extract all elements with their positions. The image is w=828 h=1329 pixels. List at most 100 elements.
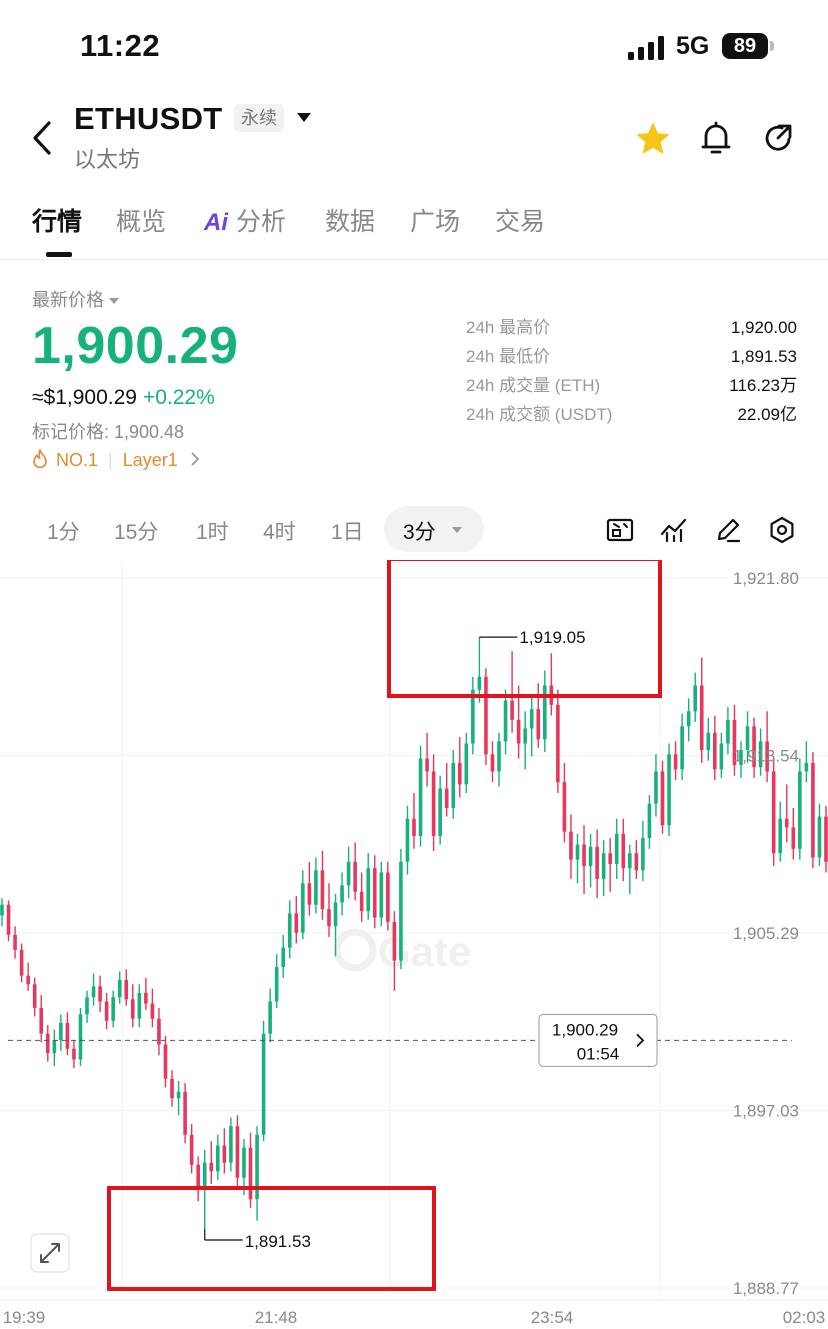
candle-body [660, 771, 665, 826]
candle [104, 992, 109, 1030]
candle [529, 696, 534, 757]
candle [65, 1012, 70, 1056]
candle-body [693, 685, 698, 712]
candle [124, 969, 129, 1006]
candle [673, 741, 678, 781]
sector-label: Layer1 [122, 450, 178, 470]
candle-body [542, 685, 547, 740]
expand-icon[interactable] [30, 1233, 70, 1273]
candle [399, 848, 403, 970]
candle-body [130, 999, 135, 1019]
candle [261, 1020, 266, 1142]
interval-selector[interactable]: 3分 [384, 506, 484, 552]
candle-body [634, 853, 639, 871]
candlestick-chart[interactable]: Gate 1,921.80 1,913.54 1,905.29 1,897.03 1,88… [0, 560, 828, 1329]
bell-icon[interactable] [700, 120, 732, 156]
candle-body [444, 788, 449, 809]
active-tab-indicator [46, 252, 72, 257]
usd-price-line: ≈$1,900.29 +0.22% [32, 386, 215, 410]
interval-1h[interactable]: 1时 [196, 516, 229, 546]
candle-body [680, 726, 684, 770]
tab-overview[interactable]: 概览 [116, 202, 166, 238]
candle-body [72, 1048, 76, 1060]
candle-body [242, 1147, 246, 1178]
candle-body [32, 984, 37, 1008]
candle-body [170, 1078, 174, 1099]
candle-body [372, 868, 377, 918]
chevron-down-icon[interactable] [297, 113, 311, 122]
candle-body [641, 838, 645, 871]
candle-body [124, 979, 129, 1000]
tab-square[interactable]: 广场 [410, 202, 460, 238]
candle-body [425, 758, 429, 772]
back-icon[interactable] [30, 120, 56, 156]
compare-icon[interactable] [660, 516, 688, 544]
candle [569, 814, 573, 879]
candle-body [497, 741, 501, 772]
network-type: 5G [676, 32, 710, 60]
y-tick-label: 1,921.80 [733, 569, 799, 588]
candle [274, 954, 279, 1008]
current-price-tag[interactable]: 1,900.29 01:54 [538, 1013, 658, 1067]
rank-label: NO.1 [56, 450, 99, 470]
symbol-title[interactable]: ETHUSDT [74, 101, 223, 137]
candle [804, 741, 809, 783]
tab-data[interactable]: 数据 [325, 202, 375, 238]
candle-body [804, 762, 809, 772]
candle-body [85, 997, 89, 1015]
interval-15m[interactable]: 15分 [114, 516, 158, 546]
candle [562, 762, 567, 843]
candle-body [654, 771, 658, 804]
candle-body [268, 1001, 272, 1034]
tab-trade[interactable]: 交易 [495, 202, 545, 238]
candle [163, 1035, 168, 1088]
indicator-icon[interactable] [606, 516, 634, 544]
candle [216, 1134, 220, 1180]
candle-body [111, 997, 115, 1021]
star-icon[interactable] [636, 122, 670, 156]
latest-price-selector[interactable]: 最新价格 [32, 286, 119, 312]
candle-body [562, 782, 567, 832]
candle [811, 752, 815, 869]
candle [301, 870, 305, 940]
candle-body [45, 1033, 50, 1054]
candle-body [157, 1018, 161, 1045]
candle-body [26, 975, 30, 985]
candle [52, 1029, 57, 1066]
candle [85, 990, 89, 1023]
candle [477, 637, 482, 703]
candle-body [294, 913, 299, 933]
watermark: Gate [333, 928, 471, 975]
rank-row[interactable]: NO.1 | Layer1 [32, 449, 200, 471]
candle [78, 1007, 83, 1066]
candle [784, 784, 789, 843]
candle-body [320, 870, 325, 910]
candle-body [647, 803, 652, 839]
candle [183, 1083, 187, 1144]
interval-1m[interactable]: 1分 [47, 516, 80, 546]
share-icon[interactable] [762, 122, 794, 154]
candle-body [621, 833, 626, 869]
candle-body [457, 762, 462, 785]
battery-icon: 89 [722, 33, 768, 59]
draw-icon[interactable] [714, 516, 742, 544]
interval-4h[interactable]: 4时 [263, 516, 296, 546]
x-tick-label: 02:03 [783, 1308, 826, 1327]
status-bar: 11:22 5G 89 [0, 0, 828, 92]
candle-body [811, 762, 815, 858]
candle [660, 760, 665, 834]
tab-market[interactable]: 行情 [32, 202, 82, 238]
candle-body [438, 788, 442, 836]
candle-body [346, 861, 351, 886]
candle-countdown: 01:54 [577, 1044, 620, 1063]
candle [130, 984, 135, 1028]
candle-body [281, 947, 286, 968]
candle-body [150, 1003, 155, 1019]
interval-1d[interactable]: 1日 [331, 516, 364, 546]
candle [392, 911, 397, 991]
candle [72, 1040, 76, 1069]
tab-analysis[interactable]: Ai 分析 [204, 202, 286, 238]
candle-body [39, 1007, 44, 1034]
settings-icon[interactable] [768, 516, 796, 544]
candle-body [301, 883, 305, 933]
